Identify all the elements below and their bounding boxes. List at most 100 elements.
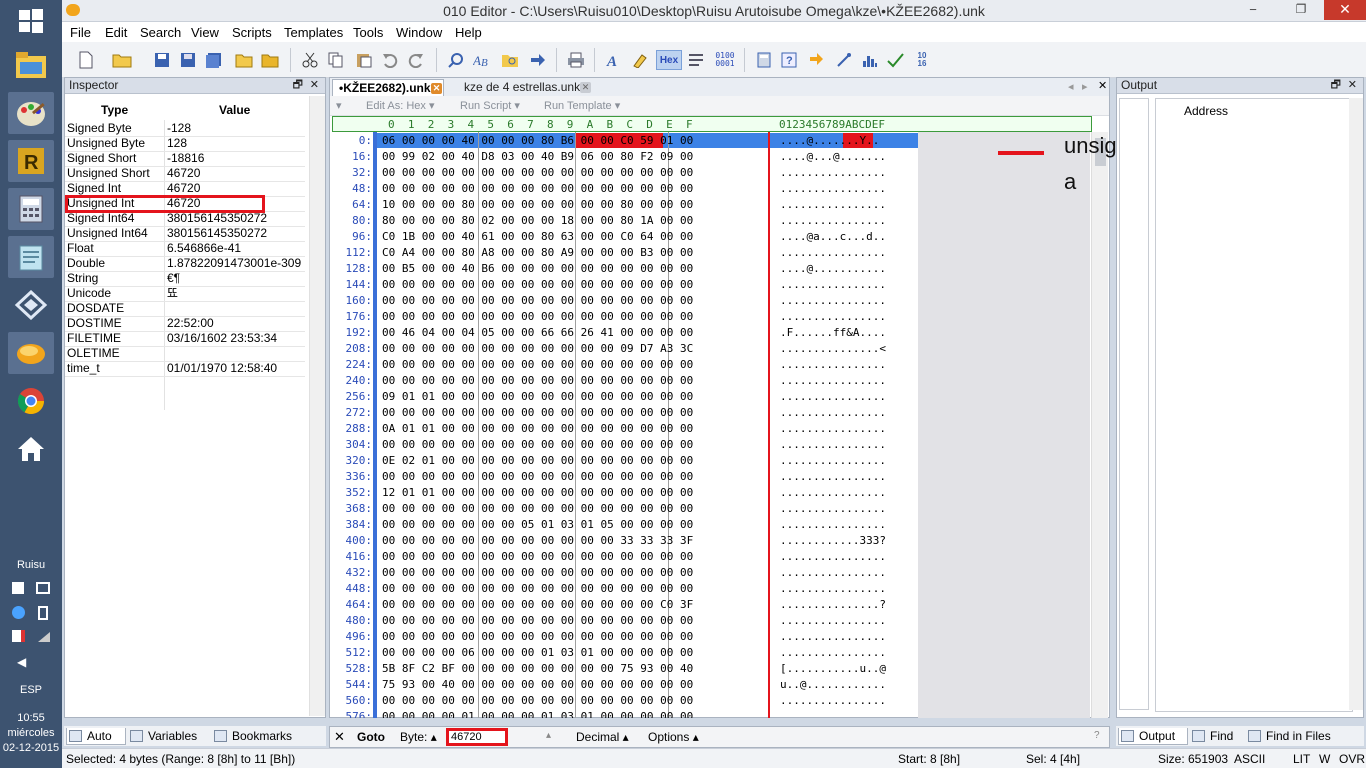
inspector-value[interactable]: 46720 [167,181,200,196]
row-hex-bytes[interactable]: 00 B5 00 00 40 B6 00 00 00 00 00 00 00 0… [382,261,693,277]
number-format-dropdown[interactable]: Decimal ▴ [576,730,629,744]
row-ascii[interactable]: ................ [780,213,886,229]
row-ascii[interactable]: ................ [780,709,886,718]
goto-history-icon[interactable]: ▴ [546,730,551,741]
copy-icon[interactable] [326,50,346,70]
undo-icon[interactable] [380,50,400,70]
row-ascii[interactable]: ...............< [780,341,886,357]
hex-view[interactable]: 0: 06 00 00 00 40 00 00 00 80 B6 00 00 C0… [330,132,1109,718]
inspector-row[interactable]: time_t 01/01/1970 12:58:40 [65,361,305,376]
row-hex-bytes[interactable]: 00 00 00 00 00 00 00 00 00 00 00 00 00 0… [382,501,693,517]
row-ascii[interactable]: .F......ff&A.... [780,325,886,341]
monitor-tray-icon[interactable] [36,582,50,594]
row-hex-bytes[interactable]: 00 00 00 00 00 00 00 00 00 00 00 00 00 0… [382,565,693,581]
volume-icon[interactable]: ◀ [17,655,29,669]
usb-tray-icon[interactable] [38,606,48,620]
row-hex-bytes[interactable]: 00 00 00 00 00 00 00 00 00 00 00 00 00 0… [382,293,693,309]
status-endian[interactable]: LIT [1293,752,1310,766]
row-ascii[interactable]: ................ [780,277,886,293]
row-ascii[interactable]: ................ [780,373,886,389]
row-hex-bytes[interactable]: 00 00 00 00 00 00 00 00 00 00 00 00 00 0… [382,165,693,181]
row-ascii[interactable]: ................ [780,245,886,261]
run-template-button[interactable]: Run Template ▾ [544,99,620,112]
inspector-value[interactable]: 128 [167,136,187,151]
goto-byte-dropdown[interactable]: Byte: ▴ [400,730,437,744]
menu-templates[interactable]: Templates [284,25,343,40]
open-recent-icon[interactable] [234,50,254,70]
redo-icon[interactable] [406,50,426,70]
row-ascii[interactable]: [...........u..@ [780,661,886,677]
status-write-mode[interactable]: W [1319,752,1330,766]
column-value[interactable]: Value [219,103,250,117]
row-ascii[interactable]: ................ [780,645,886,661]
row-ascii[interactable]: ................ [780,549,886,565]
row-hex-bytes[interactable]: 00 00 00 00 00 00 00 05 01 03 01 05 00 0… [382,517,693,533]
save-icon[interactable] [152,50,172,70]
chrome-icon[interactable] [8,380,54,422]
windows-tray-icon[interactable] [12,582,24,594]
status-encoding[interactable]: ASCII [1234,752,1265,766]
windows-start-icon[interactable] [8,0,54,42]
row-hex-bytes[interactable]: 00 00 00 00 01 00 00 00 01 03 01 00 00 0… [382,709,693,718]
tab-find[interactable]: Find [1190,728,1242,745]
menu-scripts[interactable]: Scripts [232,25,272,40]
inspector-value[interactable]: 뚀 [167,286,178,301]
output-scrollbar[interactable] [1349,98,1363,710]
snowflake-tray-icon[interactable] [12,606,25,619]
row-hex-bytes[interactable]: 00 00 00 00 00 00 00 00 00 00 00 00 00 0… [382,629,693,645]
tools-icon[interactable] [834,50,854,70]
replace-icon[interactable]: AB [472,50,492,70]
inspector-value[interactable]: 46720 [167,166,200,181]
column-type[interactable]: Type [101,103,128,117]
row-ascii[interactable]: ................ [780,453,886,469]
inspector-row[interactable]: String €¶ [65,271,305,286]
goto-help-icon[interactable]: ? [1094,730,1100,741]
find-in-files-icon[interactable] [500,50,520,70]
run-script-button[interactable]: Run Script ▾ [460,99,520,112]
row-hex-bytes[interactable]: 00 00 00 00 00 00 00 00 00 00 00 00 00 0… [382,181,693,197]
save-all-icon[interactable] [204,50,224,70]
menu-window[interactable]: Window [396,25,442,40]
inspector-row[interactable]: Signed Byte -128 [65,121,305,136]
save-as-icon[interactable] [178,50,198,70]
row-hex-bytes[interactable]: 10 00 00 00 80 00 00 00 00 00 00 00 80 0… [382,197,693,213]
close-button[interactable]: ✕ [1324,0,1366,20]
inspector-value[interactable]: 380156145350272 [167,211,267,226]
row-hex-bytes[interactable]: 00 00 00 00 00 00 00 00 00 00 00 00 00 0… [382,437,693,453]
row-ascii[interactable]: ............333? [780,533,886,549]
new-file-icon[interactable] [76,50,96,70]
tab-scroll-right-icon[interactable]: ▸ [1082,80,1088,93]
pin-icon[interactable]: 🗗 [1331,78,1341,93]
print-icon[interactable] [566,50,586,70]
hex-mode-toggle[interactable]: Hex [656,50,682,70]
tab-close-icon[interactable]: ✕ [580,82,591,93]
row-hex-bytes[interactable]: 00 00 00 00 00 00 00 00 00 00 00 00 00 0… [382,693,693,709]
row-hex-bytes[interactable]: 06 00 00 00 40 00 00 00 80 B6 00 00 C0 5… [382,133,693,149]
tab-file-active[interactable]: •KŽEE2682).unk ✕ [332,79,444,96]
row-ascii[interactable]: ................ [780,693,886,709]
hex-scrollbar[interactable] [1091,132,1108,718]
inspector-row[interactable]: Unicode 뚀 [65,286,305,301]
row-hex-bytes[interactable]: 00 00 00 00 00 00 00 00 00 00 00 00 33 3… [382,533,693,549]
row-hex-bytes[interactable]: 0E 02 01 00 00 00 00 00 00 00 00 00 00 0… [382,453,693,469]
row-ascii[interactable]: ................ [780,613,886,629]
inspector-value[interactable]: 03/16/1602 23:53:34 [167,331,277,346]
row-ascii[interactable]: ................ [780,469,886,485]
restore-button[interactable]: ❐ [1288,2,1314,18]
inspector-value[interactable]: 6.546866e-41 [167,241,241,256]
menu-edit[interactable]: Edit [105,25,127,40]
menu-view[interactable]: View [191,25,219,40]
edit-as-button[interactable]: Edit As: Hex ▾ [366,99,435,112]
inspector-value[interactable]: -128 [167,121,191,136]
find-icon[interactable] [446,50,466,70]
compare-icon[interactable] [808,50,828,70]
row-hex-bytes[interactable]: 00 00 00 00 00 00 00 00 00 00 00 00 00 0… [382,549,693,565]
r-app-icon[interactable]: R [8,140,54,182]
inspector-row[interactable]: Unsigned Short 46720 [65,166,305,181]
tab-close-icon[interactable]: ✕ [431,83,442,94]
inspector-row[interactable]: DOSDATE [65,301,305,316]
panel-close-icon[interactable]: ✕ [1348,78,1357,93]
goto-arrow-icon[interactable] [528,50,548,70]
row-ascii[interactable]: ....@.......Y.. [780,133,879,149]
inspector-row[interactable]: Unsigned Byte 128 [65,136,305,151]
